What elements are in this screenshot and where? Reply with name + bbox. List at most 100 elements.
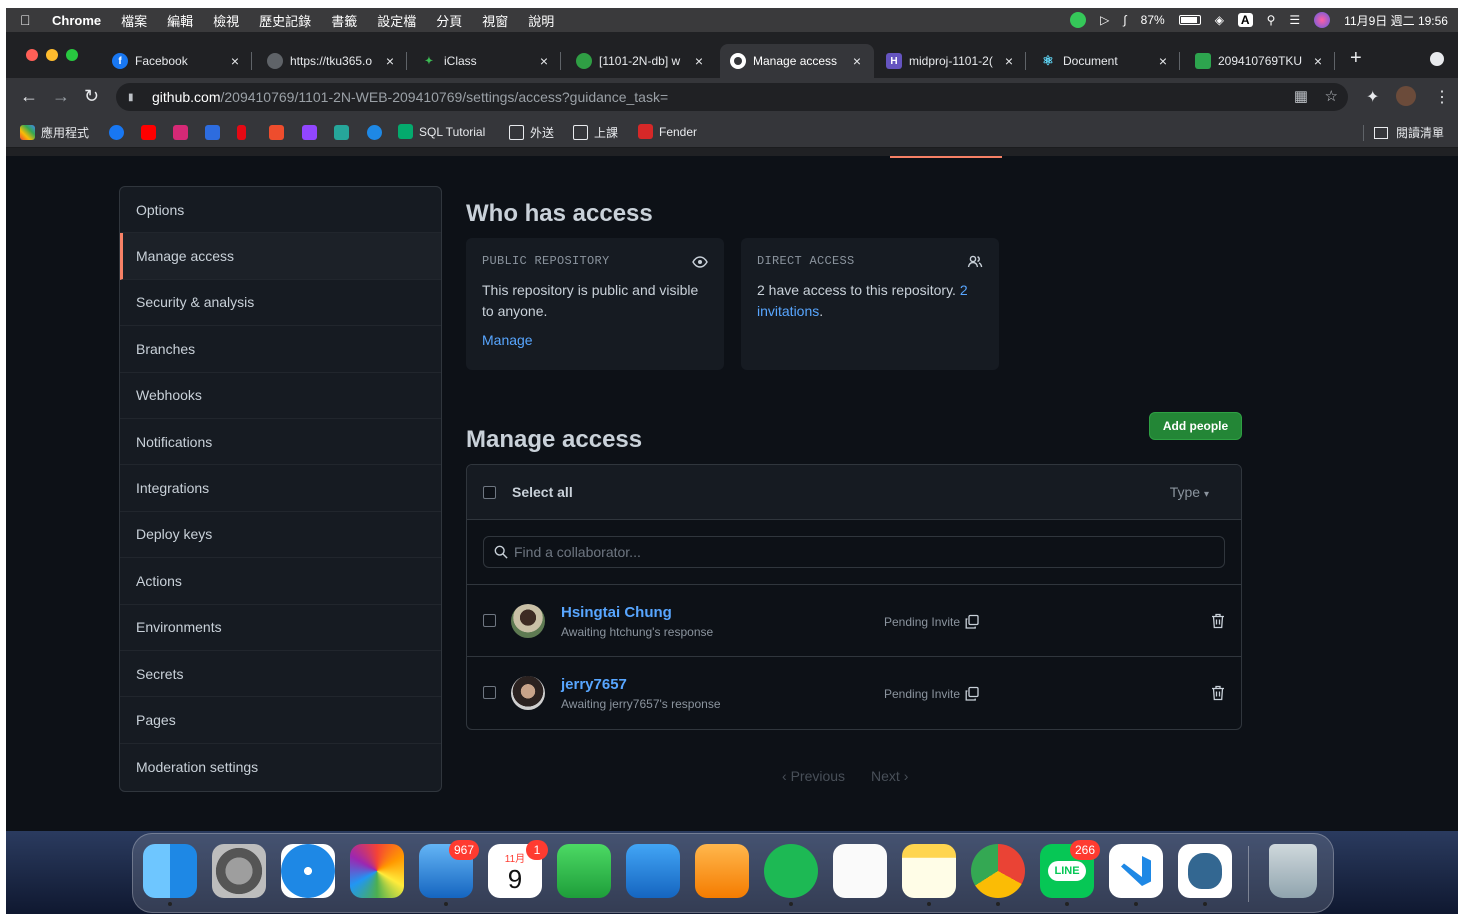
bookmark-folder-delivery[interactable]: 外送 xyxy=(509,124,554,141)
sidebar-item-security-analysis[interactable]: Security & analysis xyxy=(120,280,441,327)
menu-bookmarks[interactable]: 書籤 xyxy=(331,11,357,30)
menu-view[interactable]: 檢視 xyxy=(213,11,239,30)
copy-icon[interactable] xyxy=(964,614,980,630)
tab-manage-access[interactable]: Manage access × xyxy=(720,44,874,78)
menubar-clock[interactable]: 11月9日 週二 19:56 xyxy=(1344,12,1448,29)
close-window-button[interactable] xyxy=(26,49,38,61)
close-tab-icon[interactable]: × xyxy=(1309,53,1327,69)
media-play-icon[interactable]: ▷ xyxy=(1100,13,1109,27)
tab-midproj[interactable]: H midproj-1101-2( × xyxy=(876,44,1026,78)
zoom-window-button[interactable] xyxy=(66,49,78,61)
close-tab-icon[interactable]: × xyxy=(535,53,553,69)
bookmark-fender[interactable]: Fender xyxy=(638,124,697,139)
select-all-checkbox[interactable] xyxy=(483,485,496,499)
control-center-icon[interactable]: ☰ xyxy=(1289,13,1300,27)
profile-avatar[interactable] xyxy=(1396,86,1416,106)
input-source-icon[interactable]: A xyxy=(1237,13,1253,27)
sidebar-item-secrets[interactable]: Secrets xyxy=(120,651,441,698)
postgresql-icon[interactable] xyxy=(1178,844,1232,906)
tab-iclass[interactable]: ✦ iClass × xyxy=(411,44,561,78)
close-tab-icon[interactable]: × xyxy=(1154,53,1172,69)
battery-icon[interactable] xyxy=(1178,15,1201,25)
manage-visibility-link[interactable]: Manage xyxy=(482,332,708,348)
sidebar-item-notifications[interactable]: Notifications xyxy=(120,419,441,466)
tab-document[interactable]: ⚛ Document × xyxy=(1030,44,1180,78)
finder-icon[interactable] xyxy=(143,844,197,906)
avatar[interactable] xyxy=(511,604,545,638)
tab-search-icon[interactable] xyxy=(1430,52,1444,66)
bookmark-apps[interactable]: 應用程式 xyxy=(20,124,89,141)
facebook-bookmark-icon[interactable] xyxy=(109,125,124,140)
sidebar-item-environments[interactable]: Environments xyxy=(120,605,441,651)
menu-app-name[interactable]: Chrome xyxy=(52,13,101,28)
system-preferences-icon[interactable] xyxy=(212,844,266,898)
new-tab-button[interactable]: + xyxy=(1350,47,1362,70)
reload-icon[interactable]: ↻ xyxy=(84,86,99,107)
sidebar-item-options[interactable]: Options xyxy=(120,187,441,234)
notes-icon[interactable] xyxy=(902,844,956,906)
spotlight-search-icon[interactable]: ⚲ xyxy=(1267,13,1276,27)
previous-page-button[interactable]: ‹ Previous xyxy=(782,768,845,784)
copy-icon[interactable] xyxy=(964,686,980,702)
netflix-bookmark-icon[interactable] xyxy=(237,125,246,140)
menu-help[interactable]: 說明 xyxy=(528,11,554,30)
bookmark-folder-class[interactable]: 上課 xyxy=(573,124,618,141)
type-filter-dropdown[interactable]: Type ▾ xyxy=(1170,484,1209,500)
photos-icon[interactable] xyxy=(350,844,404,898)
minimize-window-button[interactable] xyxy=(46,49,58,61)
menu-file[interactable]: 檔案 xyxy=(121,11,147,30)
menu-profiles[interactable]: 設定檔 xyxy=(377,11,416,30)
twitch-bookmark-icon[interactable] xyxy=(302,125,317,140)
close-tab-icon[interactable]: × xyxy=(1000,53,1018,69)
add-people-button[interactable]: Add people xyxy=(1149,412,1242,440)
extensions-puzzle-icon[interactable]: ✦ xyxy=(1366,87,1379,107)
select-all-label[interactable]: Select all xyxy=(512,484,573,500)
close-tab-icon[interactable]: × xyxy=(381,53,399,69)
sidebar-item-actions[interactable]: Actions xyxy=(120,558,441,605)
instagram-bookmark-icon[interactable] xyxy=(173,125,188,140)
edge-bookmark-icon[interactable] xyxy=(367,125,382,140)
chrome-icon[interactable] xyxy=(971,844,1025,906)
find-collaborator-input[interactable]: Find a collaborator... xyxy=(483,536,1225,568)
numbers-icon[interactable] xyxy=(557,844,611,898)
sidebar-item-deploy-keys[interactable]: Deploy keys xyxy=(120,512,441,559)
sidebar-item-webhooks[interactable]: Webhooks xyxy=(120,373,441,419)
sidebar-item-moderation-settings[interactable]: Moderation settings xyxy=(120,744,441,790)
forward-arrow-icon[interactable]: → xyxy=(52,86,70,107)
mail-icon[interactable]: 967 xyxy=(419,840,479,906)
reminders-icon[interactable] xyxy=(833,844,887,898)
next-page-button[interactable]: Next › xyxy=(871,768,908,784)
bluetooth-icon[interactable]: ∫ xyxy=(1123,13,1126,27)
trash-bin-icon[interactable] xyxy=(1269,844,1317,898)
collaborator-name-link[interactable]: Hsingtai Chung xyxy=(561,604,672,621)
tab-evernote[interactable]: [1101-2N-db] w × xyxy=(566,44,716,78)
menu-edit[interactable]: 編輯 xyxy=(167,11,193,30)
tab-tku365[interactable]: https://tku365.o × xyxy=(257,44,407,78)
trash-icon[interactable] xyxy=(1211,685,1225,701)
bookmark-sql-tutorial[interactable]: SQL Tutorial xyxy=(398,124,485,139)
close-tab-icon[interactable]: × xyxy=(848,53,866,69)
sidebar-item-branches[interactable]: Branches xyxy=(120,326,441,373)
shopee-bookmark-icon[interactable] xyxy=(269,125,284,140)
bookmark-star-icon[interactable]: ☆ xyxy=(1325,87,1338,105)
address-bar[interactable]: ▮ github.com/209410769/1101-2N-WEB-20941… xyxy=(116,83,1348,111)
safari-icon[interactable] xyxy=(281,844,335,898)
row-checkbox[interactable] xyxy=(483,614,496,627)
close-tab-icon[interactable]: × xyxy=(226,53,244,69)
sidebar-item-integrations[interactable]: Integrations xyxy=(120,465,441,512)
line-icon[interactable]: LINE 266 xyxy=(1040,840,1100,906)
close-tab-icon[interactable]: × xyxy=(690,53,708,69)
chrome-menu-icon[interactable]: ⋮ xyxy=(1434,87,1450,107)
vscode-icon[interactable] xyxy=(1109,844,1163,906)
collaborator-name-link[interactable]: jerry7657 xyxy=(561,676,627,693)
dcard-bookmark-icon[interactable] xyxy=(205,125,220,140)
apple-icon[interactable]:  xyxy=(20,12,40,28)
translate-icon[interactable]: ▦ xyxy=(1294,87,1308,105)
tab-facebook[interactable]: f Facebook × xyxy=(102,44,252,78)
lock-icon[interactable]: ▮ xyxy=(128,92,138,103)
menu-tab[interactable]: 分頁 xyxy=(436,11,462,30)
wifi-icon[interactable]: ◈ xyxy=(1215,13,1224,27)
line-status-icon[interactable] xyxy=(1070,12,1087,28)
trash-icon[interactable] xyxy=(1211,613,1225,629)
back-arrow-icon[interactable]: ← xyxy=(20,86,38,107)
